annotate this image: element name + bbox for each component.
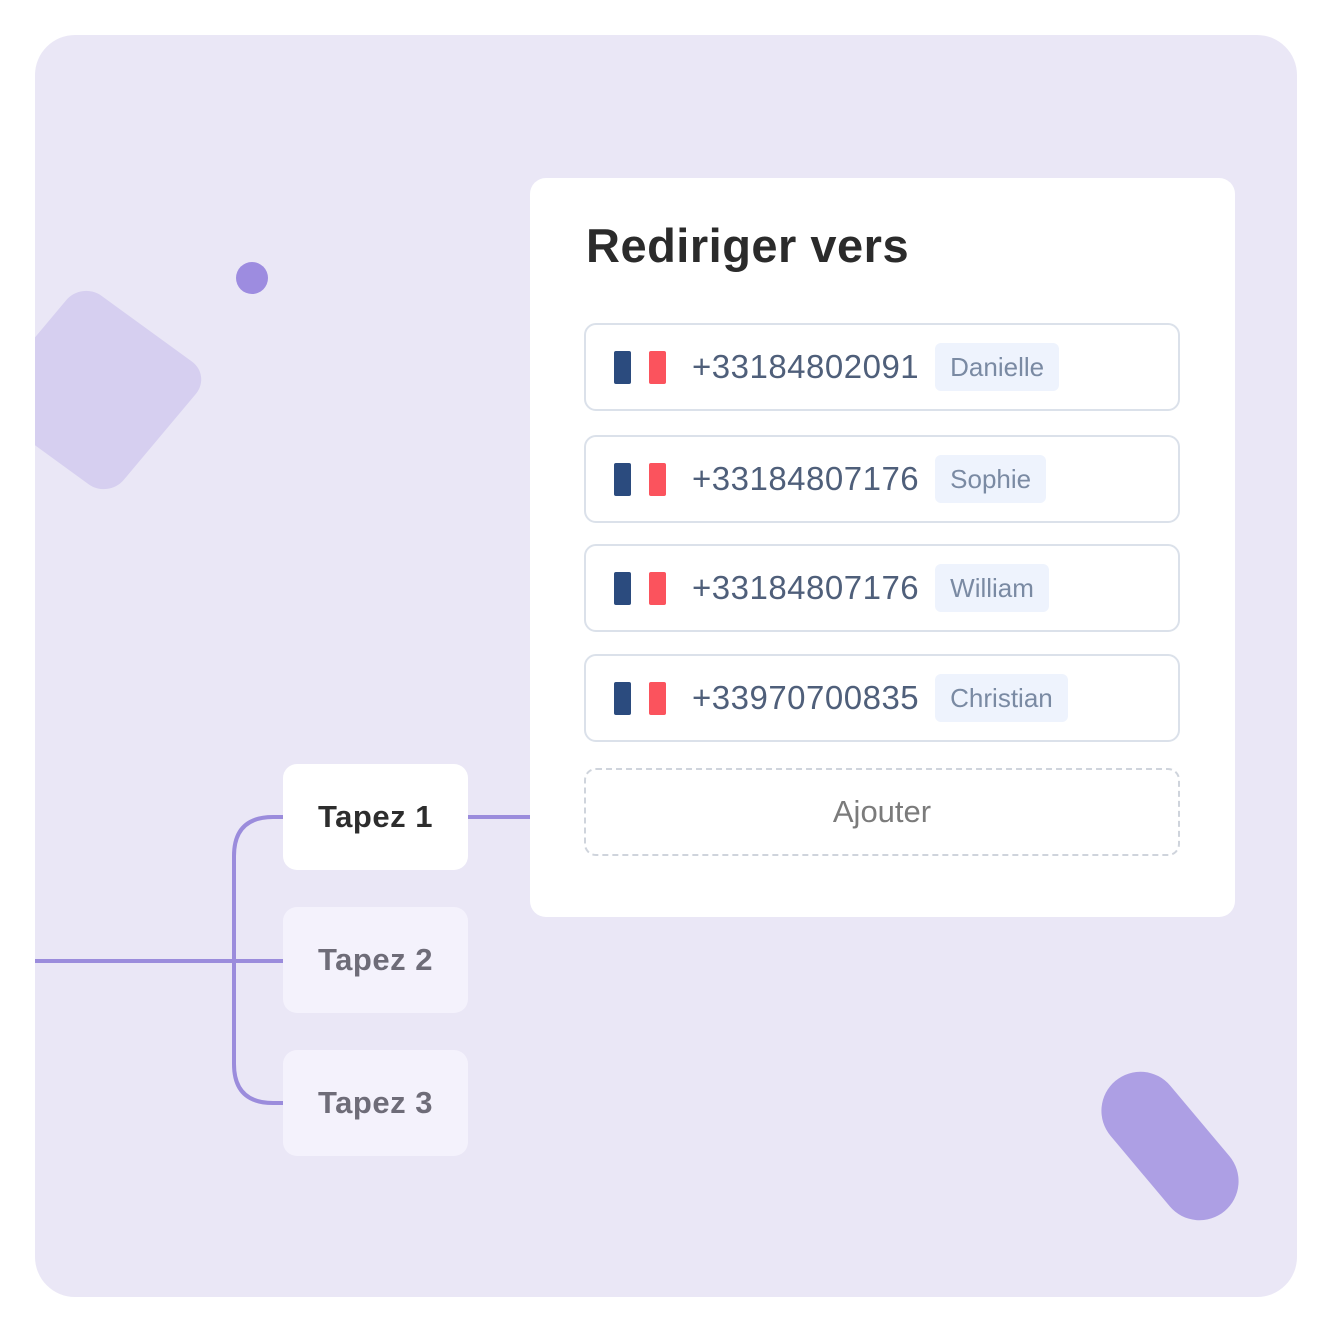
contact-name-tag: William [935,564,1049,612]
panel-title: Rediriger vers [586,219,910,272]
france-flag-icon [614,350,668,384]
destination-row[interactable]: +33184807176 Sophie [584,435,1180,523]
contact-name-tag: Christian [935,674,1068,722]
destination-row[interactable]: +33970700835 Christian [584,654,1180,742]
phone-number: +33970700835 [692,679,920,716]
france-flag-icon [614,462,668,496]
contact-name-tag: Danielle [935,343,1060,391]
add-destination-button[interactable]: Ajouter [584,768,1180,856]
menu-key-1[interactable]: Tapez 1 [283,764,468,870]
phone-number: +33184807176 [692,460,920,497]
redirect-panel: Rediriger vers +33184802091 Danielle +33… [530,178,1235,917]
france-flag-icon [614,571,668,605]
menu-key-3[interactable]: Tapez 3 [283,1050,468,1156]
phone-number: +33184802091 [692,348,920,385]
contact-name-tag: Sophie [935,455,1047,503]
canvas: Tapez 1 Tapez 2 Tapez 3 Rediriger vers +… [35,35,1297,1297]
menu-key-2[interactable]: Tapez 2 [283,907,468,1013]
destination-row[interactable]: +33184802091 Danielle [584,323,1180,411]
destination-row[interactable]: +33184807176 William [584,544,1180,632]
france-flag-icon [614,681,668,715]
phone-number: +33184807176 [692,569,920,606]
